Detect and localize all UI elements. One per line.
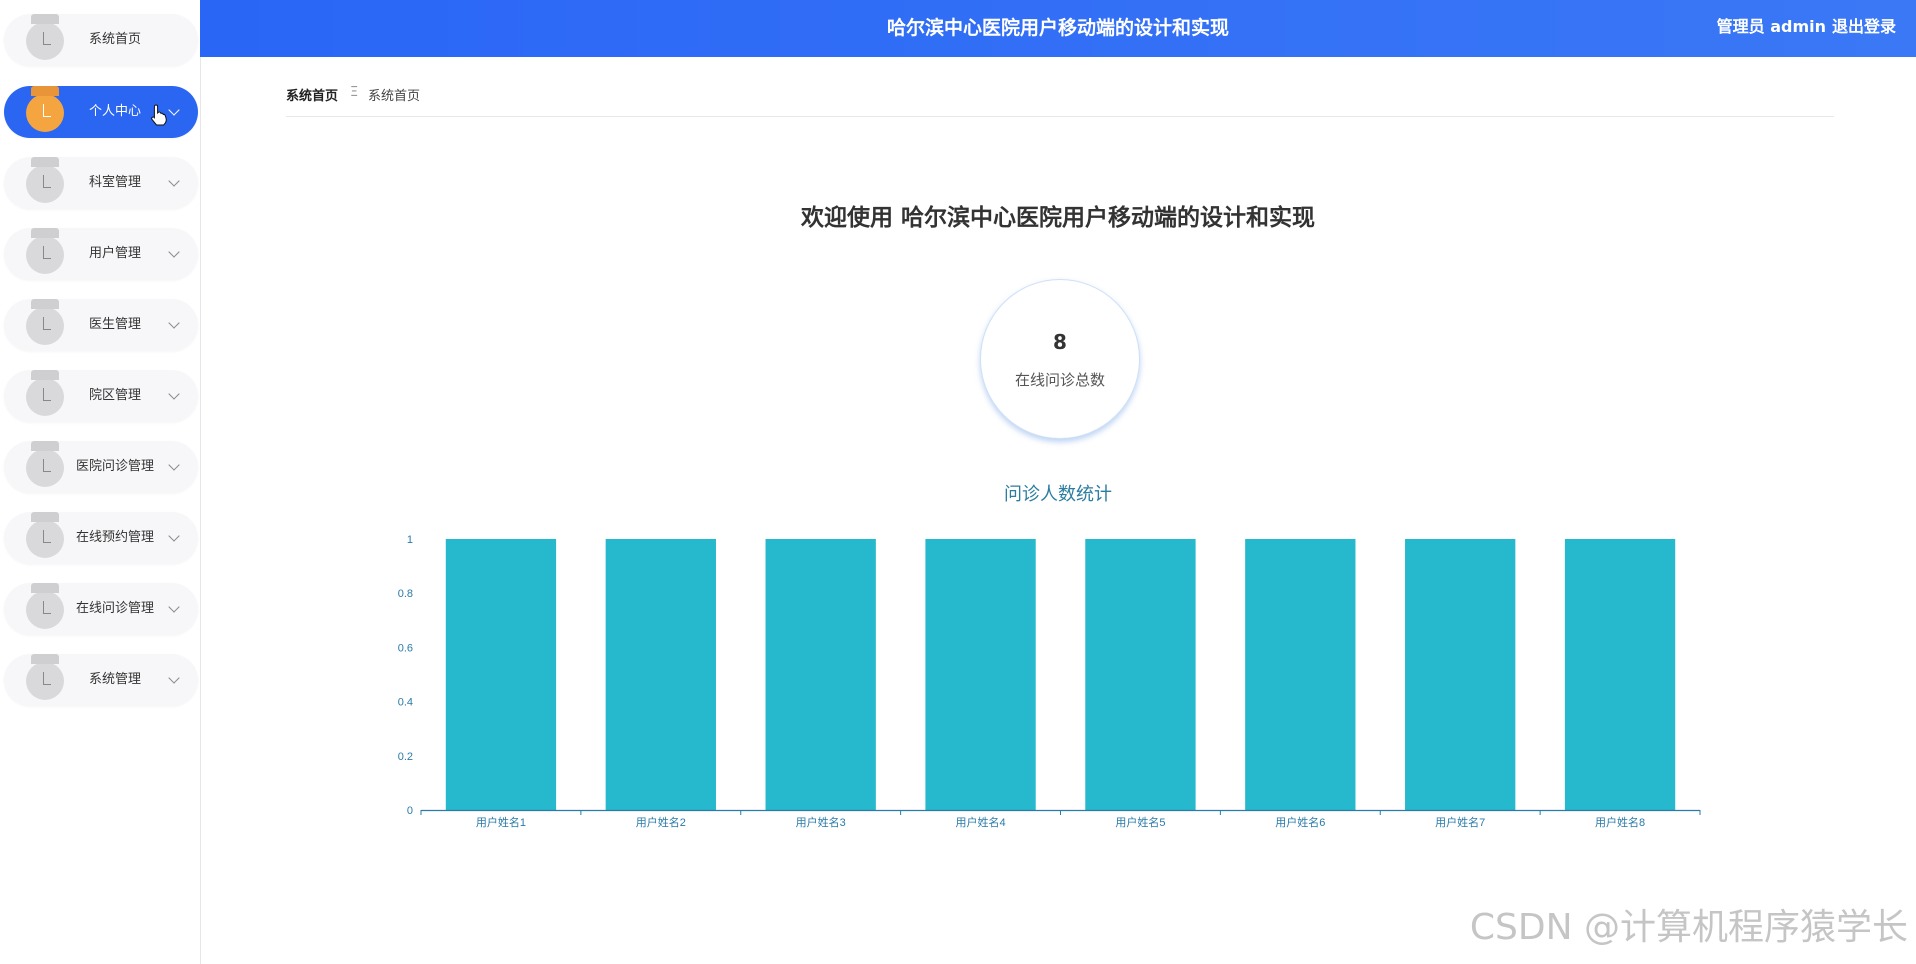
- logout-button[interactable]: 退出登录: [1832, 0, 1896, 54]
- sidebar-item-label: 医生管理: [88, 317, 141, 332]
- sidebar-appointments-icon: [26, 512, 64, 558]
- sidebar-doctors-icon: [26, 299, 64, 345]
- chart-bar: [925, 539, 1036, 810]
- current-user: 管理员 admin: [1716, 17, 1826, 36]
- sidebar-item-label: 系统管理: [88, 672, 141, 687]
- y-tick-label: 0.2: [398, 751, 413, 763]
- chart-title: 问诊人数统计: [1004, 484, 1112, 505]
- sidebar-item-label: 用户管理: [88, 246, 141, 261]
- sidebar-item-label: 系统首页: [88, 32, 141, 47]
- breadcrumb: 系统首页 Ξ 系统首页: [286, 82, 1834, 117]
- watermark: CSDN @计算机程序猿学长: [1469, 907, 1908, 948]
- sidebar-item-label: 院区管理: [88, 388, 141, 403]
- welcome-heading: 欢迎使用 哈尔滨中心医院用户移动端的设计和实现: [800, 205, 1315, 231]
- x-tick-label: 用户姓名1: [476, 815, 526, 829]
- app-title: 哈尔滨中心医院用户移动端的设计和实现: [886, 17, 1229, 39]
- sidebar-item-campus[interactable]: 院区管理: [4, 370, 198, 422]
- sidebar-online-consult-icon: [26, 583, 64, 629]
- breadcrumb-home-link[interactable]: 系统首页: [286, 85, 338, 104]
- chevron-down-icon: [168, 388, 180, 400]
- sidebar-users-icon: [26, 228, 64, 274]
- chevron-down-icon: [168, 175, 180, 187]
- chevron-down-icon: [168, 104, 180, 116]
- sidebar-item-appointments[interactable]: 在线预约管理: [4, 512, 198, 564]
- chevron-down-icon: [168, 459, 180, 471]
- y-tick-label: 1: [407, 534, 413, 546]
- sidebar-item-home[interactable]: 系统首页: [4, 14, 198, 66]
- sidebar-system-icon: [26, 654, 64, 700]
- breadcrumb-current: 系统首页: [368, 89, 421, 104]
- chart-bar: [445, 539, 557, 810]
- stat-value: 8: [1053, 330, 1067, 354]
- chart-bar: [605, 539, 716, 810]
- sidebar-item-personal-center[interactable]: 个人中心: [4, 86, 198, 138]
- chart-bar: [1245, 539, 1356, 810]
- sidebar-item-label: 医院问诊管理: [75, 459, 154, 474]
- sidebar-item-users[interactable]: 用户管理: [4, 228, 198, 280]
- breadcrumb-separator-icon: Ξ: [350, 85, 359, 100]
- sidebar-item-department[interactable]: 科室管理: [4, 157, 198, 209]
- top-bar: 哈尔滨中心医院用户移动端的设计和实现 管理员 admin 退出登录: [200, 0, 1916, 57]
- sidebar-item-online-consult[interactable]: 在线问诊管理: [4, 583, 198, 635]
- y-tick-label: 0.4: [398, 697, 413, 709]
- sidebar-home-icon: [26, 14, 64, 60]
- chevron-down-icon: [168, 317, 180, 329]
- sidebar-item-label: 科室管理: [88, 175, 141, 190]
- x-tick-label: 用户姓名6: [1275, 815, 1325, 829]
- stat-card-consultations: 8 在线问诊总数: [980, 279, 1140, 439]
- y-tick-label: 0.8: [398, 588, 413, 600]
- x-tick-label: 用户姓名3: [796, 815, 846, 829]
- x-tick-label: 用户姓名8: [1595, 815, 1645, 829]
- x-tick-label: 用户姓名7: [1435, 815, 1485, 829]
- chevron-down-icon: [168, 601, 180, 613]
- chevron-down-icon: [168, 530, 180, 542]
- chart-bar: [1405, 539, 1516, 810]
- sidebar-item-label: 在线问诊管理: [75, 601, 154, 616]
- y-tick-label: 0: [407, 805, 413, 817]
- sidebar-personal-icon: [26, 86, 64, 132]
- x-tick-label: 用户姓名4: [956, 815, 1006, 829]
- chevron-down-icon: [168, 672, 180, 684]
- sidebar-item-hospital-consult[interactable]: 医院问诊管理: [4, 441, 198, 493]
- sidebar-consult-icon: [26, 441, 64, 487]
- sidebar-item-label: 在线预约管理: [75, 530, 154, 545]
- chart-bar: [1085, 539, 1196, 810]
- x-tick-label: 用户姓名5: [1115, 815, 1165, 829]
- chart-bar: [765, 539, 876, 810]
- sidebar-item-system[interactable]: 系统管理: [4, 654, 198, 706]
- chart-bar: [1564, 539, 1676, 810]
- sidebar-item-doctors[interactable]: 医生管理: [4, 299, 198, 351]
- sidebar-campus-icon: [26, 370, 64, 416]
- chevron-down-icon: [168, 246, 180, 258]
- stat-label: 在线问诊总数: [1014, 371, 1105, 389]
- hand-pointer-icon: [151, 104, 167, 126]
- y-tick-label: 0.6: [398, 642, 413, 654]
- sidebar-department-icon: [26, 157, 64, 203]
- consultation-bar-chart: 0 0.2 0.4 0.6 0.8 1 用户姓名1 用户姓名2 用户姓名3 用户姓名4 用户姓名5 用…: [398, 534, 1701, 829]
- sidebar: 系统首页 个人中心 科室管理 用户管理 医生管理 院区管理 医院问诊管理 在线预…: [0, 0, 201, 964]
- x-tick-label: 用户姓名2: [636, 815, 686, 829]
